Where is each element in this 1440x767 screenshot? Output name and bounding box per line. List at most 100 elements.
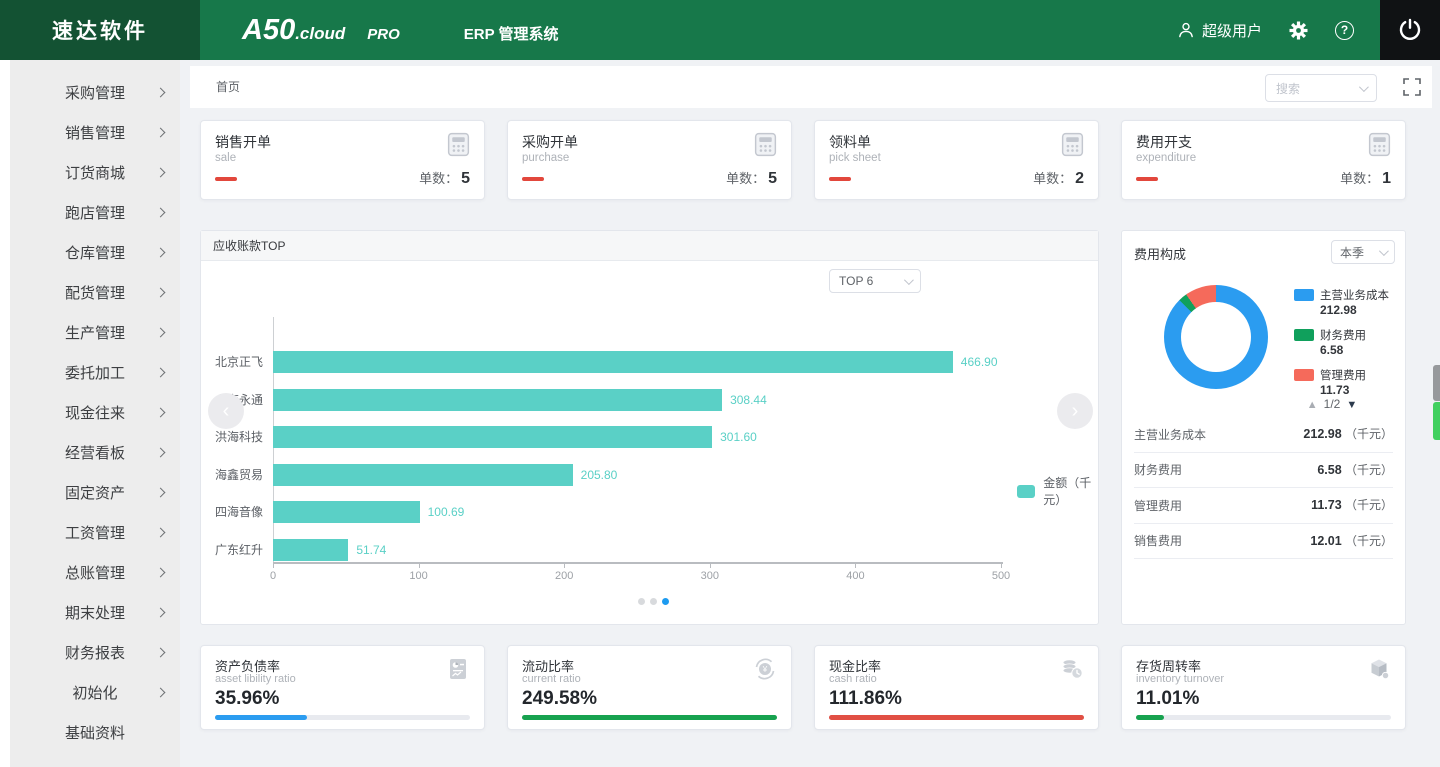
sidebar-item-label: 配货管理 <box>64 284 125 302</box>
ratio-card-cash-ratio[interactable]: 现金比率 cash ratio 111.86% <box>814 645 1099 730</box>
brand: A50 .cloud PRO ERP 管理系统 <box>242 14 559 47</box>
side-widget-gray[interactable] <box>1433 365 1440 401</box>
bar <box>273 388 723 411</box>
stat-subtitle: purchase <box>522 152 570 164</box>
sidebar-item-label: 期末处理 <box>64 604 125 622</box>
sidebar-item-label: 初始化 <box>72 684 118 702</box>
sidebar-item-12[interactable]: 工资管理 <box>10 512 180 552</box>
left-gutter <box>0 60 10 767</box>
header-actions: 超级用户 ? <box>1177 20 1380 41</box>
sidebar-item-label: 总账管理 <box>64 564 125 582</box>
gear-icon[interactable] <box>1288 20 1309 41</box>
fullscreen-icon[interactable] <box>1403 78 1421 101</box>
sidebar-item-16[interactable]: 初始化 <box>10 672 180 712</box>
sidebar-item-4[interactable]: 跑店管理 <box>10 192 180 232</box>
sidebar-item-13[interactable]: 总账管理 <box>10 552 180 592</box>
bar <box>273 351 953 373</box>
sidebar-item-7[interactable]: 生产管理 <box>10 312 180 352</box>
bar-chart: 北京正飞466.90上海永通308.44洪海科技301.60海鑫贸易205.80… <box>201 261 1100 591</box>
erp-dashboard: 速达软件 A50 .cloud PRO ERP 管理系统 超级用户 ? 采购管理… <box>0 0 1440 767</box>
side-widget-green[interactable] <box>1433 402 1440 440</box>
chevron-right-icon <box>155 127 166 137</box>
sidebar-item-10[interactable]: 经营看板 <box>10 432 180 472</box>
logout-button[interactable] <box>1380 0 1440 60</box>
chevron-right-icon <box>155 527 166 537</box>
pager-down-icon[interactable]: ▼ <box>1346 399 1357 411</box>
calculator-icon <box>1061 132 1084 157</box>
legend-label: 主营业务成本 <box>1320 290 1389 302</box>
expense-row-label: 管理费用 <box>1134 498 1183 513</box>
search-placeholder: 搜索 <box>1276 81 1301 96</box>
chart-legend: 金额（千元） <box>1017 474 1098 508</box>
legend-label: 财务费用 <box>1320 330 1366 342</box>
chevron-right-icon <box>155 607 166 617</box>
sidebar-item-1[interactable]: 采购管理 <box>10 72 180 112</box>
sidebar-item-8[interactable]: 委托加工 <box>10 352 180 392</box>
sidebar-item-11[interactable]: 固定资产 <box>10 472 180 512</box>
chevron-right-icon <box>155 167 166 177</box>
sidebar-item-3[interactable]: 订货商城 <box>10 152 180 192</box>
logo-text: 速达软件 <box>52 20 148 43</box>
carousel-dot-1[interactable] <box>638 598 645 605</box>
bar-category-label: 北京正飞 <box>214 355 263 369</box>
sidebar-item-label: 仓库管理 <box>64 244 125 262</box>
chevron-down-icon <box>1358 81 1369 92</box>
carousel-prev-button[interactable]: ‹ <box>208 393 244 429</box>
chevron-right-icon <box>155 447 166 457</box>
stat-card-expenditure[interactable]: 费用开支 expenditure 单数： 1 <box>1121 120 1406 200</box>
coin-cycle-icon: ¥ <box>755 658 775 680</box>
user-menu[interactable]: 超级用户 <box>1177 20 1262 41</box>
carousel-dot-2[interactable] <box>650 598 657 605</box>
report-icon <box>450 659 466 679</box>
legend-value: 11.73 <box>1320 383 1350 397</box>
sidebar-item-label: 基础资料 <box>64 724 125 742</box>
x-tick-label: 200 <box>555 570 574 582</box>
expense-row: 销售费用 12.01 （千元） <box>1134 524 1393 559</box>
carousel-next-button[interactable]: › <box>1057 393 1093 429</box>
sidebar-item-label: 经营看板 <box>64 444 125 462</box>
sidebar-item-17[interactable]: 基础资料 <box>10 712 180 752</box>
search-select[interactable]: 搜索 <box>1265 74 1377 102</box>
system-name: ERP 管理系统 <box>463 25 559 43</box>
legend-swatch <box>1294 329 1314 341</box>
sidebar-item-label: 采购管理 <box>64 84 125 102</box>
sidebar-item-2[interactable]: 销售管理 <box>10 112 180 152</box>
stat-count-value: 5 <box>461 170 470 187</box>
sidebar-item-15[interactable]: 财务报表 <box>10 632 180 672</box>
stat-title: 销售开单 <box>215 134 271 150</box>
help-icon[interactable]: ? <box>1335 20 1354 40</box>
ratio-card-current-ratio[interactable]: 流动比率 current ratio 249.58% ¥ <box>507 645 792 730</box>
sidebar-item-9[interactable]: 现金往来 <box>10 392 180 432</box>
stat-card-purchase[interactable]: 采购开单 purchase 单数： 5 <box>507 120 792 200</box>
stat-card-sale[interactable]: 销售开单 sale 单数： 5 <box>200 120 485 200</box>
sidebar-item-6[interactable]: 配货管理 <box>10 272 180 312</box>
stat-count: 单数： 5 <box>419 170 470 187</box>
pager-up-icon[interactable]: ▲ <box>1307 399 1318 411</box>
box-icon <box>1371 659 1390 680</box>
stat-subtitle: sale <box>215 152 237 164</box>
sidebar-item-5[interactable]: 仓库管理 <box>10 232 180 272</box>
sidebar-item-label: 财务报表 <box>64 644 125 662</box>
sidebar-item-14[interactable]: 期末处理 <box>10 592 180 632</box>
tab-home[interactable]: 首页 <box>216 66 240 108</box>
ratio-card-inventory-turnover[interactable]: 存货周转率 inventory turnover 11.01% <box>1121 645 1406 730</box>
x-tick-label: 500 <box>991 570 1011 582</box>
red-dash <box>1136 177 1158 181</box>
carousel-dot-3[interactable] <box>662 598 669 605</box>
legend-label: 金额（千元） <box>1043 476 1092 507</box>
ratio-value: 249.58% <box>522 688 598 709</box>
stat-card-pick-sheet[interactable]: 领料单 pick sheet 单数： 2 <box>814 120 1099 200</box>
sidebar-menu: 采购管理销售管理订货商城 跑店管理仓库管理配货管理生产管理 委托加工 现金往来经营看板… <box>10 60 180 767</box>
sidebar-item-label: 销售管理 <box>64 124 125 142</box>
progress-track <box>1136 715 1391 720</box>
calculator-icon <box>447 132 470 157</box>
brand-name: A50 <box>242 13 296 46</box>
period-filter-select[interactable]: 本季 <box>1331 240 1395 264</box>
legend-swatch <box>1294 289 1314 301</box>
bar <box>273 538 349 561</box>
progress-fill <box>215 715 307 720</box>
ratio-card-asset-liability[interactable]: 资产负债率 asset libility ratio 35.96% <box>200 645 485 730</box>
calculator-icon <box>1368 132 1391 157</box>
expense-list: 主营业务成本 212.98 （千元） 财务费用 6.58 （千元） 管理费用 11.73 … <box>1134 417 1393 559</box>
bar-category-label: 海鑫贸易 <box>214 467 263 482</box>
